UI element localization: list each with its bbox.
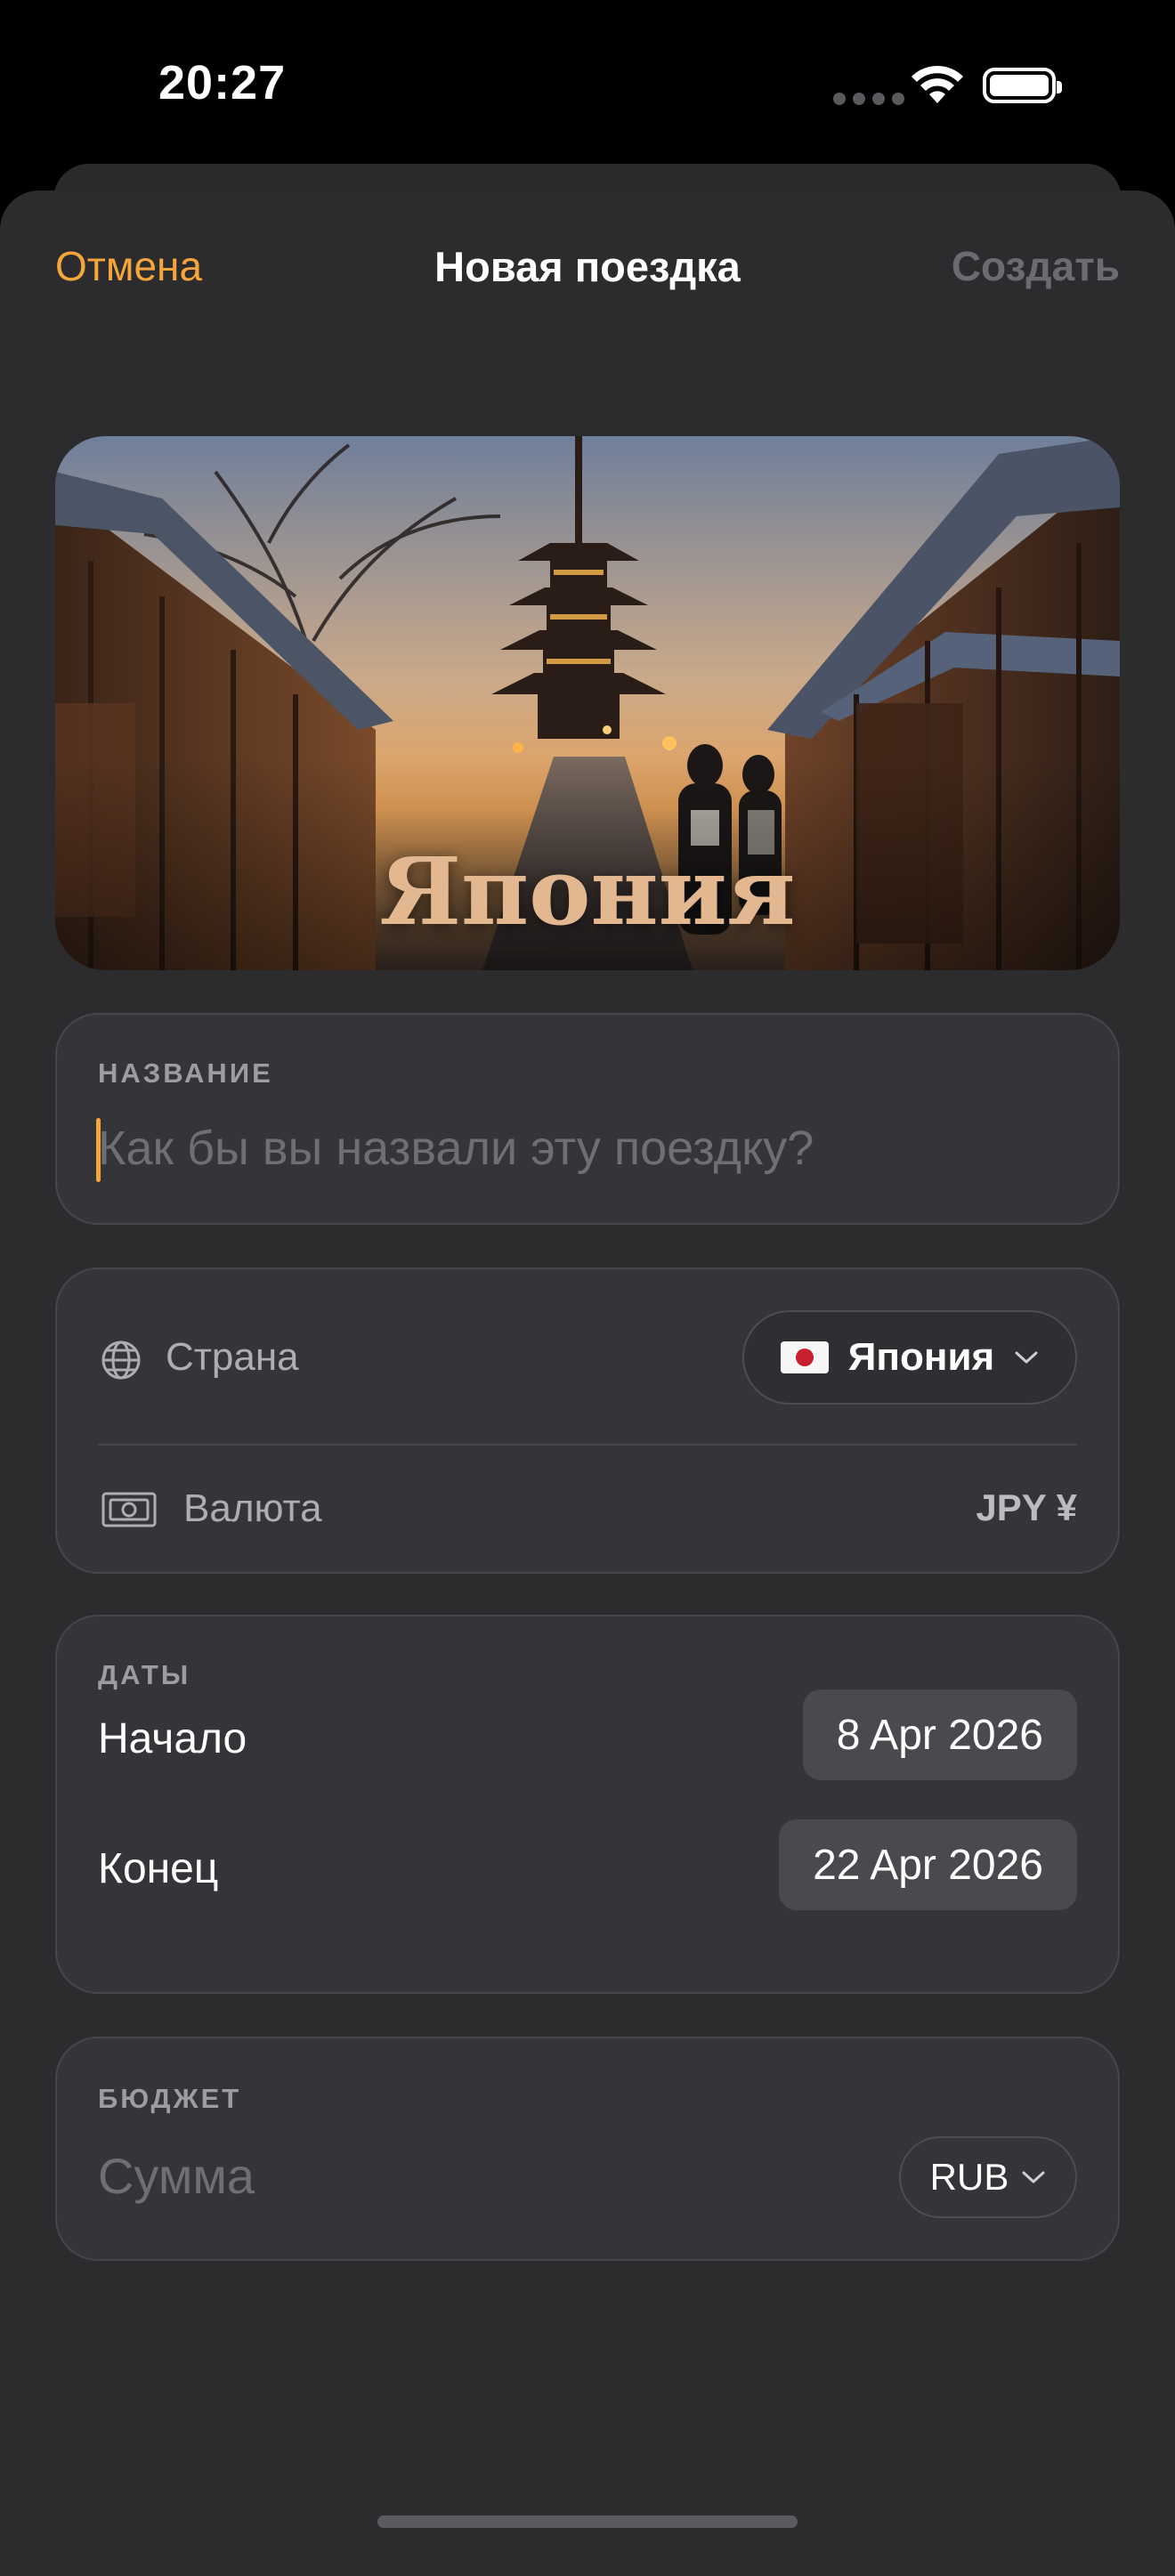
budget-currency-picker[interactable]: RUB [899, 2136, 1077, 2218]
hero-destination-title: Япония [379, 837, 796, 946]
end-date-label: Конец [98, 1845, 219, 1892]
budget-card: БЮДЖЕТ RUB [55, 2037, 1120, 2261]
budget-currency-value: RUB [929, 2156, 1009, 2198]
trip-name-input[interactable] [98, 1114, 1077, 1182]
battery-icon [983, 68, 1062, 103]
start-date-picker[interactable]: 8 Apr 2026 [802, 1689, 1077, 1780]
globe-icon [101, 1341, 141, 1380]
japan-flag-icon [780, 1341, 829, 1373]
trip-name-card: НАЗВАНИЕ [55, 1013, 1120, 1225]
chevron-down-icon [1015, 1351, 1038, 1364]
banknote-icon [101, 1492, 157, 1527]
budget-section-label: БЮДЖЕТ [98, 2083, 242, 2114]
country-label: Страна [166, 1335, 299, 1379]
cellular-signal-icon [833, 93, 904, 105]
wifi-icon [912, 65, 963, 103]
budget-amount-input[interactable] [98, 2140, 810, 2211]
dates-section-label: ДАТЫ [98, 1659, 191, 1690]
country-value: Япония [847, 1335, 995, 1379]
dates-card: ДАТЫ Начало 8 Apr 2026 Конец 22 Apr 2026 [55, 1615, 1120, 1994]
name-section-label: НАЗВАНИЕ [98, 1057, 273, 1089]
status-time: 20:27 [158, 56, 287, 109]
row-divider [98, 1444, 1077, 1446]
create-button[interactable]: Создать [952, 242, 1120, 290]
home-indicator[interactable] [377, 2515, 798, 2528]
destination-hero-image: Япония [55, 436, 1120, 970]
end-date-picker[interactable]: 22 Apr 2026 [779, 1819, 1077, 1910]
currency-value: JPY ¥ [976, 1486, 1077, 1528]
status-bar: 20:27 [0, 0, 1175, 169]
country-currency-card: Страна Япония Валюта JPY ¥ [55, 1268, 1120, 1574]
country-picker[interactable]: Япония [742, 1310, 1077, 1405]
chevron-down-icon [1022, 2171, 1045, 2183]
currency-label: Валюта [183, 1486, 322, 1530]
start-date-label: Начало [98, 1715, 247, 1762]
